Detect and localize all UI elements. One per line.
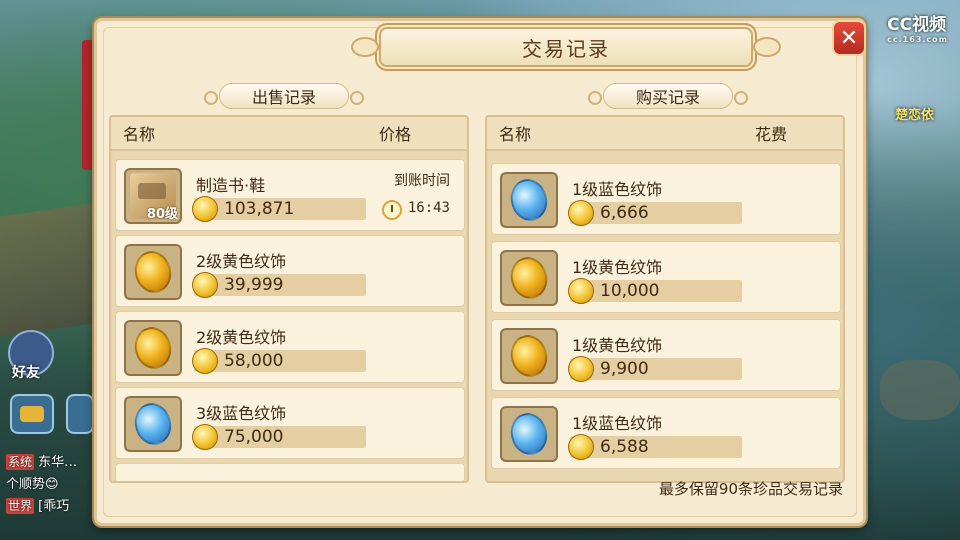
item-slot[interactable] bbox=[500, 406, 558, 462]
item-name: 1级黄色纹饰 bbox=[572, 258, 663, 277]
item-slot[interactable] bbox=[500, 328, 558, 384]
buy-record-row[interactable]: 1级黄色纹饰 10,000 bbox=[491, 241, 841, 313]
price-field: 103,871 bbox=[192, 196, 366, 222]
price-value: 103,871 bbox=[224, 199, 295, 219]
item-level-badge: 80级 bbox=[146, 207, 178, 222]
gold-gem-icon bbox=[506, 331, 552, 381]
blue-gem-icon bbox=[506, 175, 552, 225]
chat-button[interactable] bbox=[10, 394, 54, 434]
friends-button-label[interactable]: 好友 bbox=[12, 362, 40, 382]
item-name: 2级黄色纹饰 bbox=[196, 328, 287, 347]
price-value: 6,588 bbox=[600, 437, 649, 457]
buy-record-row[interactable]: 1级蓝色纹饰 6,666 bbox=[491, 163, 841, 235]
title-ornament bbox=[753, 37, 781, 57]
item-name: 1级蓝色纹饰 bbox=[572, 180, 663, 199]
item-slot[interactable] bbox=[124, 244, 182, 300]
price-value: 39,999 bbox=[224, 275, 284, 295]
gold-gem-icon bbox=[506, 253, 552, 303]
item-name: 2级黄色纹饰 bbox=[196, 252, 287, 271]
clock-icon bbox=[382, 200, 402, 220]
chat-channel-tag: 系统 bbox=[6, 454, 35, 470]
column-header-cost: 花费 bbox=[754, 125, 787, 144]
buy-record-row[interactable]: 1级黄色纹饰 9,900 bbox=[491, 319, 841, 391]
item-name: 1级蓝色纹饰 bbox=[572, 414, 663, 433]
item-slot[interactable] bbox=[500, 250, 558, 306]
stream-logo: CC视频 cc.163.com bbox=[887, 10, 948, 44]
price-field: 39,999 bbox=[192, 272, 366, 298]
chat-line: 个顺势😊 bbox=[6, 474, 77, 496]
chat-text: [乖巧 bbox=[38, 499, 70, 514]
panel-title-plate: 交易记录 bbox=[351, 27, 781, 67]
sell-record-row[interactable]: 80级 制造书·鞋 103,871 到账时间 16:43 bbox=[115, 159, 465, 231]
arrival-time-value: 16:43 bbox=[407, 200, 450, 216]
chat-log[interactable]: 系统 东华… 个顺势😊 世界 [乖巧 bbox=[6, 452, 77, 518]
price-value: 10,000 bbox=[600, 281, 660, 301]
records-limit-note: 最多保留90条珍品交易记录 bbox=[658, 480, 843, 498]
player-name: 楚恋依 bbox=[894, 108, 934, 123]
coin-icon bbox=[568, 434, 594, 460]
price-field: 10,000 bbox=[568, 278, 742, 304]
coin-icon bbox=[192, 348, 218, 374]
coin-icon bbox=[568, 278, 594, 304]
item-name: 制造书·鞋 bbox=[196, 176, 266, 195]
blue-gem-icon bbox=[506, 409, 552, 459]
title-ornament bbox=[351, 37, 379, 57]
item-name: 1级黄色纹饰 bbox=[572, 336, 663, 355]
coin-icon bbox=[192, 196, 218, 222]
buy-records-tab: 购买记录 bbox=[588, 83, 748, 109]
coin-icon bbox=[192, 272, 218, 298]
price-value: 6,666 bbox=[600, 203, 649, 223]
arrival-time-label: 到账时间 bbox=[394, 173, 450, 189]
close-button[interactable]: ✕ bbox=[832, 20, 866, 56]
chat-channel-tag: 世界 bbox=[6, 498, 35, 514]
trade-records-panel: 交易记录 出售记录 名称 价格 80级 制造书·鞋 103,871 到账时间 1… bbox=[94, 18, 866, 526]
panel-title: 交易记录 bbox=[522, 36, 610, 61]
coin-icon bbox=[192, 424, 218, 450]
item-name: 3级蓝色纹饰 bbox=[196, 404, 287, 423]
sell-records-tab: 出售记录 bbox=[204, 83, 364, 109]
chat-text: 个顺势😊 bbox=[6, 477, 59, 492]
stream-logo-text: CC视频 bbox=[887, 15, 947, 35]
item-slot[interactable]: 80级 bbox=[124, 168, 182, 224]
close-icon: ✕ bbox=[839, 25, 859, 51]
item-slot[interactable] bbox=[124, 396, 182, 452]
buy-records-list[interactable]: 名称 花费 1级蓝色纹饰 6,666 1级黄色纹饰 10,000 1级黄色纹饰 … bbox=[485, 115, 845, 483]
coin-icon bbox=[568, 356, 594, 382]
column-header-price: 价格 bbox=[378, 125, 411, 144]
price-field: 58,000 bbox=[192, 348, 366, 374]
buy-list-header: 名称 花费 bbox=[487, 117, 843, 151]
chat-line: 系统 东华… bbox=[6, 452, 77, 474]
price-field: 6,588 bbox=[568, 434, 742, 460]
price-value: 58,000 bbox=[224, 351, 284, 371]
red-pole-decoration bbox=[82, 40, 94, 170]
gold-gem-icon bbox=[130, 247, 176, 297]
price-field: 75,000 bbox=[192, 424, 366, 450]
buy-record-row[interactable]: 1级蓝色纹饰 6,588 bbox=[491, 397, 841, 469]
sell-record-row[interactable]: 2级黄色纹饰 39,999 bbox=[115, 235, 465, 307]
column-header-name: 名称 bbox=[499, 125, 532, 144]
price-value: 9,900 bbox=[600, 359, 649, 379]
sell-list-header: 名称 价格 bbox=[111, 117, 467, 151]
microphone-button[interactable] bbox=[66, 394, 94, 434]
sell-record-row[interactable]: 2级黄色纹饰 58,000 bbox=[115, 311, 465, 383]
coin-icon bbox=[568, 200, 594, 226]
blue-gem-icon bbox=[130, 399, 176, 449]
stream-logo-sub: cc.163.com bbox=[887, 35, 948, 44]
item-slot[interactable] bbox=[500, 172, 558, 228]
price-value: 75,000 bbox=[224, 427, 284, 447]
sell-records-list[interactable]: 名称 价格 80级 制造书·鞋 103,871 到账时间 16:43 2级黄色纹… bbox=[109, 115, 469, 483]
gold-gem-icon bbox=[130, 323, 176, 373]
item-slot[interactable] bbox=[124, 320, 182, 376]
chat-text: 东华… bbox=[38, 455, 78, 470]
column-header-name: 名称 bbox=[123, 125, 156, 144]
rock-decoration bbox=[880, 360, 960, 420]
sell-record-row-partial[interactable] bbox=[115, 463, 465, 481]
sell-record-row[interactable]: 3级蓝色纹饰 75,000 bbox=[115, 387, 465, 459]
price-field: 6,666 bbox=[568, 200, 742, 226]
hut-decoration bbox=[0, 203, 92, 337]
price-field: 9,900 bbox=[568, 356, 742, 382]
chat-line: 世界 [乖巧 bbox=[6, 496, 77, 518]
